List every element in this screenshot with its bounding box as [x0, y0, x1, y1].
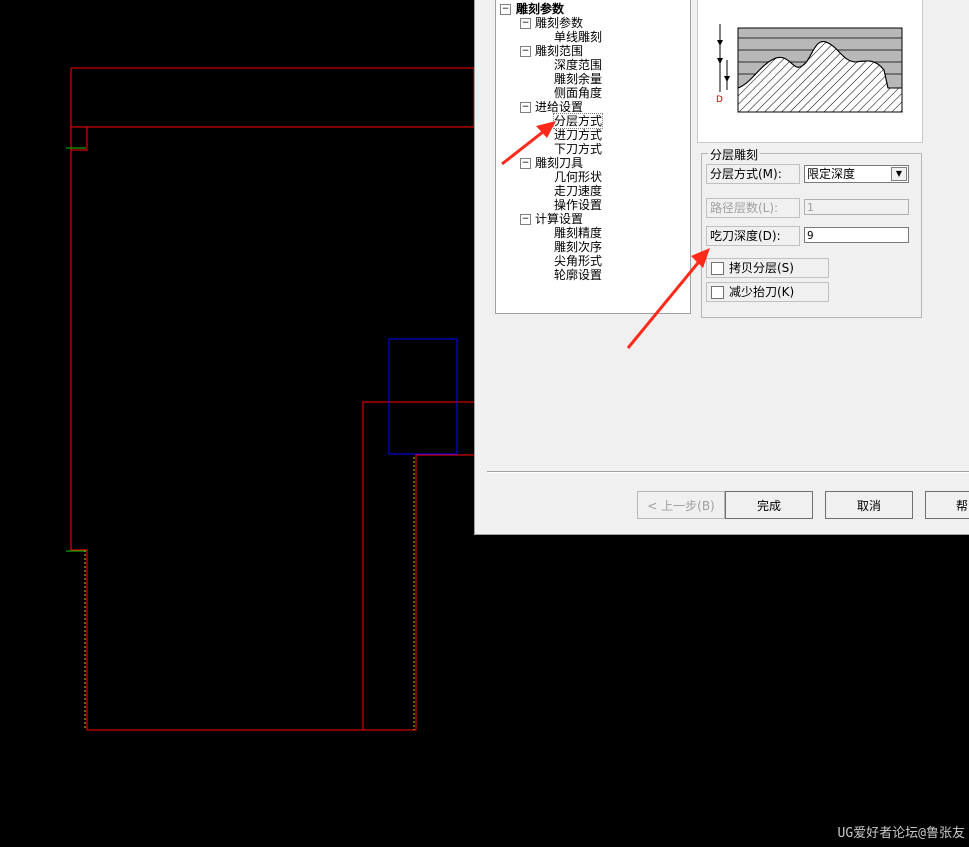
- notch-top: [71, 127, 88, 151]
- layering-method-select[interactable]: 限定深度 ▼: [804, 165, 909, 183]
- copy-layers-label: 拷贝分层(S): [729, 261, 794, 275]
- copy-layers-checkbox[interactable]: [711, 262, 724, 275]
- tree-item-approach-method[interactable]: 进刀方式: [554, 128, 602, 142]
- tree-item-precision[interactable]: 雕刻精度: [554, 226, 602, 240]
- collapse-icon[interactable]: −: [520, 18, 531, 29]
- help-button[interactable]: 帮: [925, 491, 969, 519]
- tree-group-engrave-params[interactable]: 雕刻参数: [535, 16, 583, 30]
- collapse-icon[interactable]: −: [520, 158, 531, 169]
- engraving-parameters-dialog: − 雕刻参数 − 雕刻参数 单线雕刻 − 雕刻范围 深度范围 雕刻余量 侧面角度…: [474, 0, 969, 535]
- cut-depth-label: 吃刀深度(D):: [706, 226, 800, 246]
- group-title: 分层雕刻: [708, 146, 761, 163]
- collapse-icon[interactable]: −: [520, 102, 531, 113]
- tree-item-layering-method[interactable]: 分层方式: [552, 113, 604, 129]
- layering-preview-image: D: [697, 0, 923, 143]
- tree-item-geometry[interactable]: 几何形状: [554, 170, 602, 184]
- layer-engrave-group: 分层雕刻 分层方式(M): 限定深度 ▼ 路径层数(L): 1 吃刀深度(D):…: [701, 146, 922, 318]
- watermark-text: UG爱好者论坛@鲁张友: [837, 826, 965, 841]
- collapse-icon[interactable]: −: [520, 46, 531, 57]
- tree-item-order[interactable]: 雕刻次序: [554, 240, 602, 254]
- reduce-lift-checkbox[interactable]: [711, 286, 724, 299]
- tree-group-tool[interactable]: 雕刻刀具: [535, 156, 583, 170]
- tree-item-feed-speed[interactable]: 走刀速度: [554, 184, 602, 198]
- part-outline: [70, 67, 475, 128]
- tree-item-side-angle[interactable]: 侧面角度: [554, 86, 602, 100]
- layering-method-label: 分层方式(M):: [706, 164, 800, 184]
- part-body-outline: [70, 127, 474, 731]
- button-separator: [487, 471, 969, 473]
- path-layers-label: 路径层数(L):: [706, 198, 800, 218]
- tool-rectangle: [388, 338, 458, 455]
- parameter-tree[interactable]: − 雕刻参数 − 雕刻参数 单线雕刻 − 雕刻范围 深度范围 雕刻余量 侧面角度…: [495, 0, 691, 314]
- tree-root[interactable]: 雕刻参数: [516, 2, 564, 16]
- collapse-icon[interactable]: −: [520, 214, 531, 225]
- reduce-lift-checkbox-row[interactable]: 减少抬刀(K): [706, 282, 829, 302]
- tree-item-allowance[interactable]: 雕刻余量: [554, 72, 602, 86]
- tree-item-contour[interactable]: 轮廓设置: [554, 268, 602, 282]
- tree-item-single-line[interactable]: 单线雕刻: [554, 30, 602, 44]
- copy-layers-checkbox-row[interactable]: 拷贝分层(S): [706, 258, 829, 278]
- tree-group-range[interactable]: 雕刻范围: [535, 44, 583, 58]
- tree-item-corner[interactable]: 尖角形式: [554, 254, 602, 268]
- tree-item-depth-range[interactable]: 深度范围: [554, 58, 602, 72]
- finish-button[interactable]: 完成: [725, 491, 813, 519]
- layering-method-value: 限定深度: [807, 167, 856, 181]
- reduce-lift-label: 减少抬刀(K): [729, 285, 795, 299]
- preview-depth-label: D: [716, 95, 723, 105]
- back-button[interactable]: < 上一步(B): [637, 491, 725, 519]
- tree-group-calc[interactable]: 计算设置: [535, 212, 583, 226]
- tree-group-feed[interactable]: 进给设置: [535, 100, 583, 114]
- cut-depth-field[interactable]: 9: [804, 227, 909, 243]
- chevron-down-icon[interactable]: ▼: [891, 167, 907, 181]
- cancel-button[interactable]: 取消: [825, 491, 913, 519]
- collapse-icon[interactable]: −: [500, 4, 511, 15]
- path-layers-field: 1: [804, 199, 909, 215]
- tree-item-plunge-method[interactable]: 下刀方式: [554, 142, 602, 156]
- tree-item-operation[interactable]: 操作设置: [554, 198, 602, 212]
